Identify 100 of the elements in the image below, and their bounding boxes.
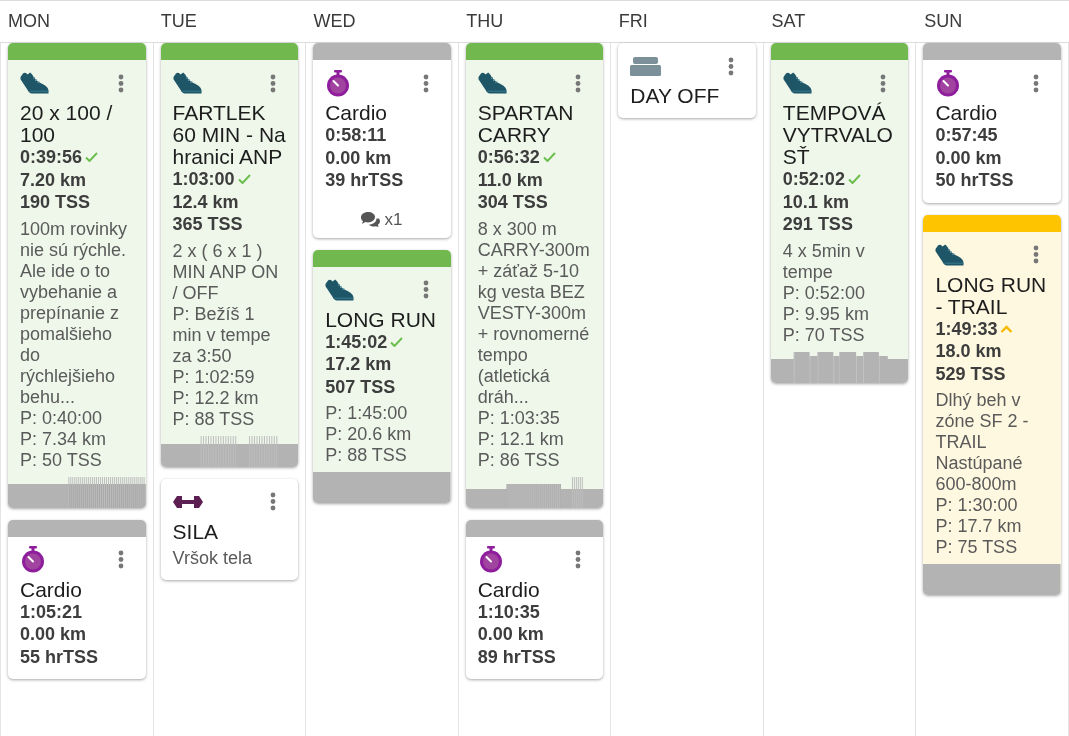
planned-value: P: 75 TSS [935,537,1018,558]
workout-card[interactable]: FARTLEK 60 MIN - Na hranici ANP 1:03:00 12.4 km 365 TSS 2 x ( 6 x 1 ) MIN ANP ON / OFF P: Bežíš 1 min v tempe za 3:50 P: 1:02:59 P: 12.2 km P: 88 TSS [160,43,299,467]
planned-value: P: 0:52:00 [782,282,865,304]
workout-card[interactable]: DAY OFF [618,43,756,118]
kebab-menu-icon[interactable] [727,56,734,76]
duration: 0:58:11 [325,124,387,147]
training-load: 190 TSS [20,191,91,214]
distance: 10.1 km [782,190,849,213]
running-shoe-icon [325,278,355,301]
duration: 1:45:02 [325,330,388,353]
distance: 11.0 km [477,168,543,191]
kebab-menu-icon[interactable] [117,73,124,93]
workout-card[interactable]: LONG RUN 1:45:02 17.2 km 507 TSS P: 1:45:00 P: 20.6 km P: 88 TSS [313,249,451,503]
workout-card[interactable]: 20 x 100 / 100 0:39:56 7.20 km 190 TSS 100m rovinky nie sú rýchle. Ale ide o to vybehanie a prepínanie z pomalšieho do rýchlejšieho behu... P: 0:40:00 P: 7.34 km P: 50 TSS [8,43,146,508]
planned-value: P: 1:02:59 [172,366,255,388]
day-label: TUE [160,10,197,33]
planned-value: P: 70 TSS [782,324,865,346]
workout-description: 2 x ( 6 x 1 ) MIN ANP ON / OFF P: Bežíš 1 min v tempe za 3:50 [172,240,280,367]
day-label: MON [8,10,50,33]
workout-title: LONG RUN - TRAIL [935,273,1048,318]
kebab-menu-icon[interactable] [270,492,277,511]
day-label: WED [313,10,356,33]
distance: 0.00 km [477,623,544,646]
planned-value: P: 1:45:00 [325,403,408,424]
training-load: 291 TSS [782,213,853,236]
duration: 0:56:32 [477,146,540,169]
planned-value: P: 20.6 km [325,424,412,445]
day-label: SAT [771,10,806,33]
comment-count: x1 [384,208,403,231]
distance: 18.0 km [935,340,1002,363]
workout-card[interactable]: TEMPOVÁ VYTRVALOSŤ 0:52:02 10.1 km 291 TSS 4 x 5min v tempe P: 0:52:00 P: 9.95 km P: 70 TSS [770,43,909,383]
planned-value: P: 88 TSS [172,408,255,430]
planned-value: P: 50 TSS [20,449,102,471]
workout-description: 4 x 5min v tempe [782,240,866,283]
kebab-menu-icon[interactable] [422,280,429,299]
workout-title: Cardio [935,102,999,124]
workout-description: 100m rovinky nie sú rýchle. Ale ide o to vybehanie a prepínanie z pomalšieho do rýchlejšieho behu... [20,218,129,408]
duration: 1:10:35 [477,600,540,623]
training-load: 89 hrTSS [477,645,556,668]
workout-title: LONG RUN [325,308,437,331]
workout-title: TEMPOVÁ VYTRVALOSŤ [782,102,894,168]
workout-title: Cardio [477,578,541,601]
workout-card[interactable]: Cardio 1:05:21 0.00 km 55 hrTSS [8,519,146,679]
distance: 7.20 km [20,168,87,191]
running-shoe-icon [172,72,202,94]
workout-card[interactable]: LONG RUN - TRAIL 1:49:33 18.0 km 529 TSS Dlhý beh v zóne SF 2 - TRAIL Nastúpané 600-800m P: 1:30:00 P: 17.7 km P: 75 TSS [923,214,1061,595]
couch-icon [630,56,662,76]
duration: 0:52:02 [782,168,845,191]
workout-description: Vršok tela [172,547,253,569]
planned-value: P: 9.95 km [782,303,869,325]
running-shoe-icon [782,72,812,94]
duration: 1:05:21 [20,600,83,623]
kebab-menu-icon[interactable] [117,550,124,569]
workout-title: 20 x 100 / 100 [20,102,114,146]
distance: 0.00 km [935,146,1002,169]
stopwatch-icon [325,69,352,97]
planned-value: P: 0:40:00 [20,407,103,429]
planned-value: P: 1:03:35 [477,407,560,429]
kebab-menu-icon[interactable] [270,73,277,93]
workout-card[interactable]: Cardio 0:57:45 0.00 km 50 hrTSS [923,43,1061,203]
planned-value: P: 1:30:00 [935,495,1018,516]
distance: 12.4 km [172,190,239,213]
planned-value: P: 12.1 km [477,428,564,450]
training-load: 507 TSS [325,375,396,398]
stopwatch-icon [20,546,46,573]
planned-value: P: 12.2 km [172,387,259,409]
workout-title: DAY OFF [630,85,721,107]
kebab-menu-icon[interactable] [422,73,429,93]
distance: 17.2 km [325,353,392,376]
distance: 0.00 km [20,623,87,646]
duration: 0:57:45 [935,124,998,147]
distance: 0.00 km [325,146,392,169]
day-label: THU [466,10,504,33]
workout-title: FARTLEK 60 MIN - Na hranici ANP [172,102,287,168]
kebab-menu-icon[interactable] [880,73,887,93]
kebab-menu-icon[interactable] [1033,73,1039,93]
training-load: 304 TSS [477,191,548,214]
training-load: 55 hrTSS [20,645,99,668]
kebab-menu-icon[interactable] [575,550,582,569]
workout-card[interactable]: Cardio 1:10:35 0.00 km 89 hrTSS [465,519,604,679]
workout-card[interactable]: Cardio 0:58:11 0.00 km 39 hrTSS x1 [313,43,451,238]
kebab-menu-icon[interactable] [575,73,582,93]
planned-value: P: 7.34 km [20,428,107,450]
workout-description: 8 x 300 m CARRY-300m + záťaž 5-10 kg vesta BEZ VESTY-300m + rovnomerné tempo (atletická dráh... [477,218,591,408]
running-shoe-icon [935,243,965,266]
duration: 0:39:56 [20,146,83,169]
workout-title: Cardio [20,578,83,601]
workout-title: Cardio [325,102,388,124]
workout-card[interactable]: SILA Vršok tela [160,478,299,580]
training-load: 39 hrTSS [325,169,404,192]
duration: 1:03:00 [172,168,235,191]
kebab-menu-icon[interactable] [1033,245,1039,264]
chat-bubbles-icon [361,212,381,227]
planned-value: P: 88 TSS [325,445,407,466]
workout-card[interactable]: SPARTAN CARRY 0:56:32 11.0 km 304 TSS 8 x 300 m CARRY-300m + záťaž 5-10 kg vesta BEZ VESTY-300m + rovnomerné tempo (atletická dráh... P: 1:03:35 P: 12.1 km P: 86 TSS [465,43,604,508]
stopwatch-icon [477,546,504,573]
planned-value: P: 86 TSS [477,449,560,471]
workout-title: SILA [172,520,220,543]
workout-title: SPARTAN CARRY [477,102,575,146]
training-load: 529 TSS [935,362,1006,385]
